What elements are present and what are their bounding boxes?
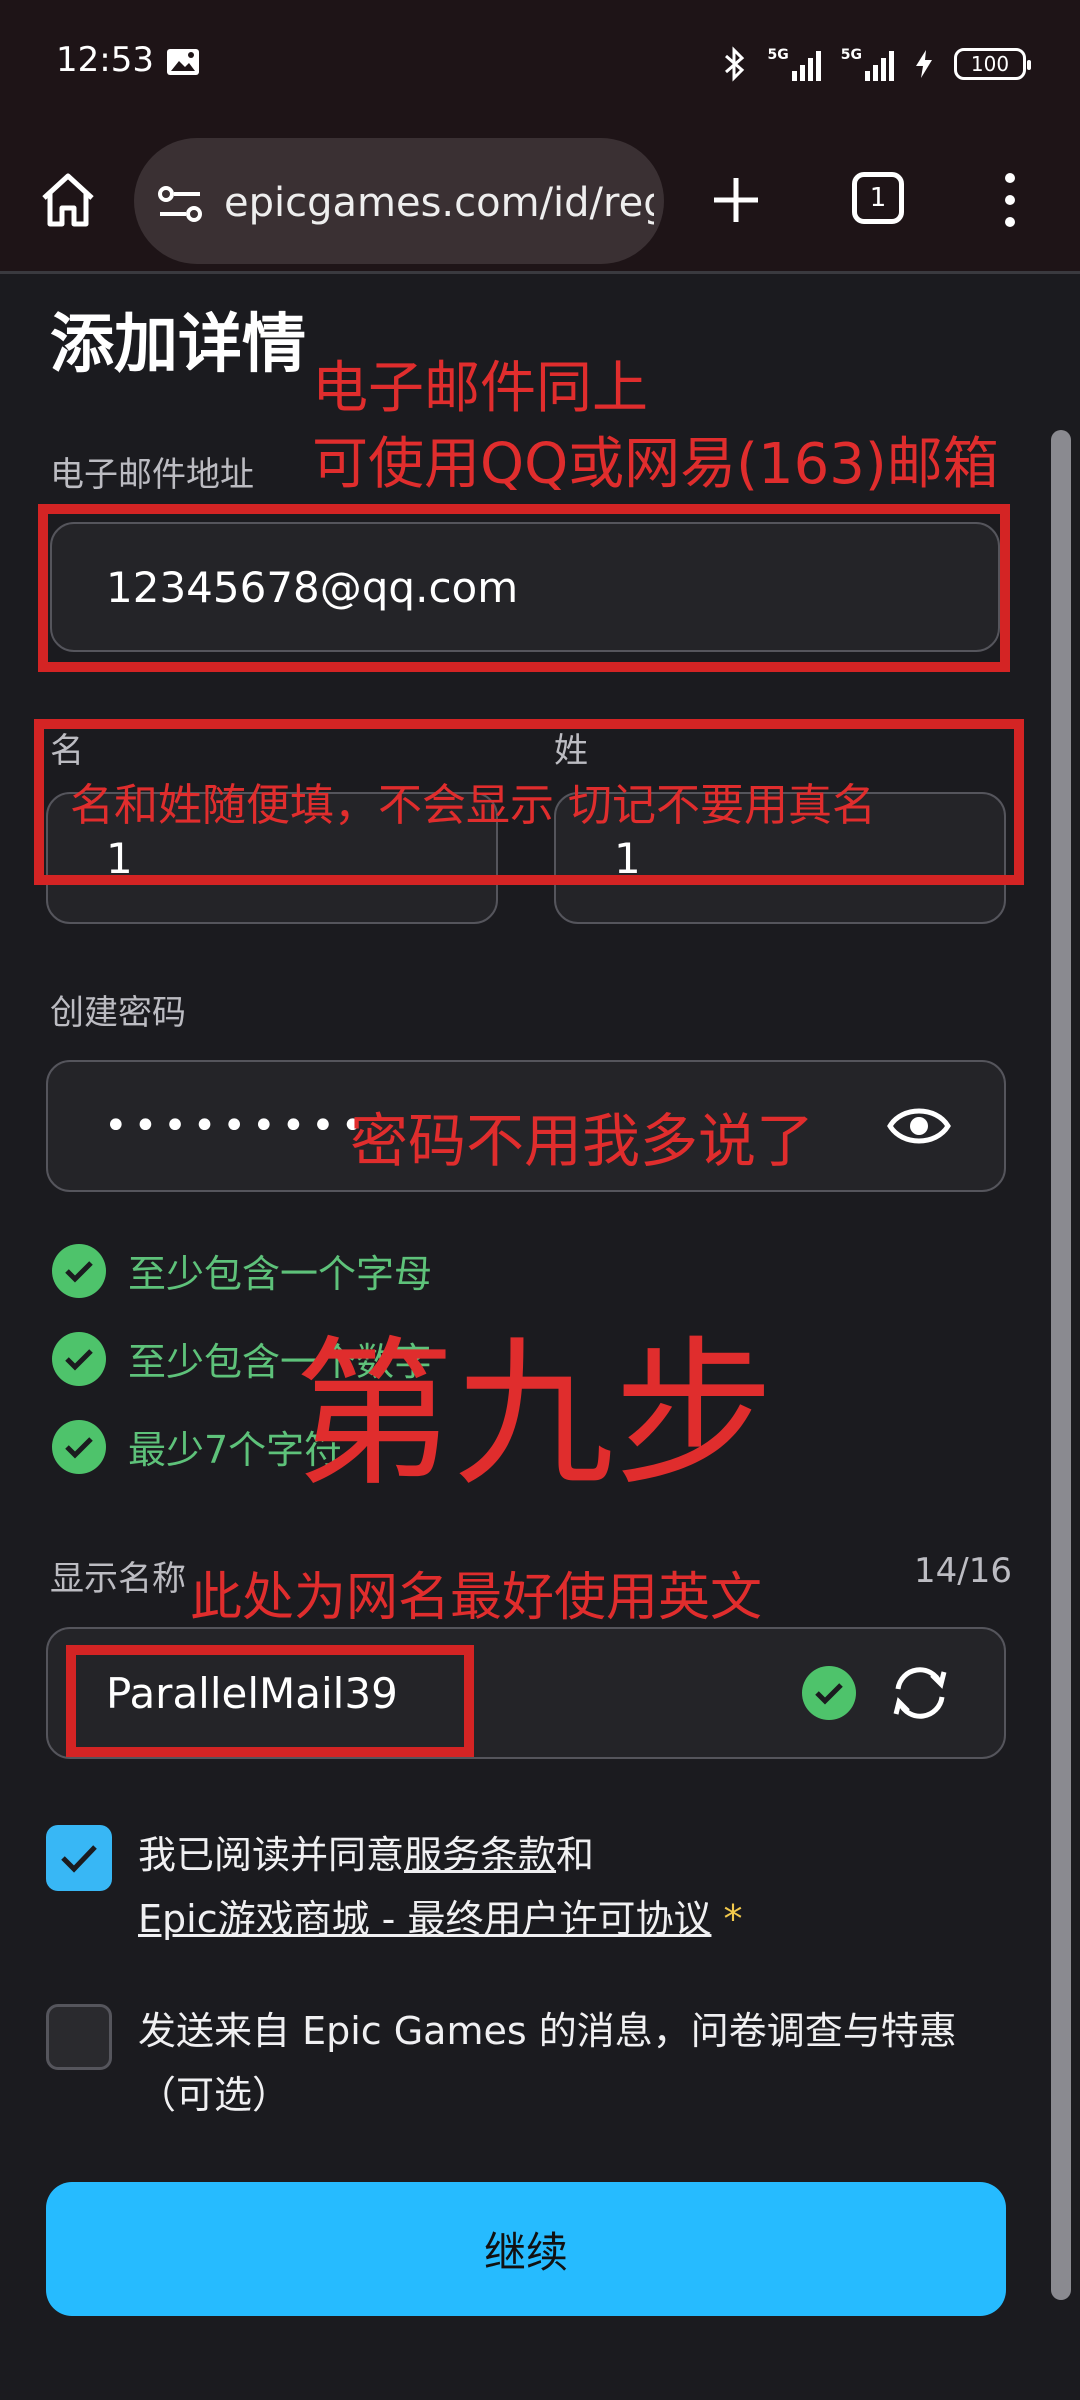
password-value: ••••••••• xyxy=(104,1103,371,1149)
agree-and: 和 xyxy=(556,1833,595,1877)
address-bar[interactable]: epicgames.com/id/reg xyxy=(134,138,664,264)
tab-switcher-button[interactable]: 1 xyxy=(852,172,904,224)
password-label: 创建密码 xyxy=(50,993,186,1033)
terms-of-service-link[interactable]: 服务条款 xyxy=(404,1833,556,1877)
check-circle-icon xyxy=(52,1419,106,1474)
eula-link[interactable]: Epic游戏商城 - 最终用户许可协议 xyxy=(138,1897,711,1941)
email-label: 电子邮件地址 xyxy=(50,455,254,495)
status-bar: 12:53 5G 5G 100 xyxy=(0,0,1080,126)
new-tab-icon[interactable] xyxy=(706,164,766,236)
annotation-step: 第九步 xyxy=(294,1321,775,1508)
annotation-email-line2: 可使用QQ或网易(163)邮箱 xyxy=(312,432,999,497)
page-title: 添加详情 xyxy=(50,308,306,382)
scrollbar[interactable] xyxy=(1051,430,1071,2300)
checkmark-icon xyxy=(61,1845,97,1873)
eye-icon[interactable] xyxy=(886,1100,952,1152)
registration-form: 添加详情 电子邮件地址 12345678@qq.com 名 姓 1 1 创建密码… xyxy=(0,277,1080,2400)
refresh-icon[interactable] xyxy=(888,1661,952,1725)
tab-count: 1 xyxy=(869,183,887,213)
url-text[interactable]: epicgames.com/id/reg xyxy=(224,180,654,226)
status-time: 12:53 xyxy=(56,40,154,80)
charging-icon xyxy=(916,50,932,78)
check-circle-icon xyxy=(52,1331,106,1386)
terms-text: 我已阅读并同意服务条款和 Epic游戏商城 - 最终用户许可协议 * xyxy=(138,1823,743,1951)
marketing-text: 发送来自 Epic Games 的消息，问卷调查与特惠 （可选） xyxy=(138,1999,957,2127)
signal-5g-icon-2: 5G xyxy=(841,47,894,81)
annotation-display-name: 此处为网名最好使用英文 xyxy=(190,1568,763,1628)
browser-toolbar: epicgames.com/id/reg 1 xyxy=(0,126,1080,274)
battery-level: 100 xyxy=(970,52,1010,76)
display-name-counter: 14/16 xyxy=(914,1551,1012,1591)
home-icon[interactable] xyxy=(38,164,98,236)
annotation-name: 名和姓随便填，不会显示 切记不要用真名 xyxy=(70,780,876,831)
display-name-valid-icon xyxy=(802,1666,856,1720)
marketing-line1: 发送来自 Epic Games 的消息，问卷调查与特惠 xyxy=(138,2009,957,2053)
annotation-email-line1: 电子邮件同上 xyxy=(312,356,648,421)
net-label-1: 5G xyxy=(767,47,789,63)
annotation-password: 密码不用我多说了 xyxy=(350,1107,815,1175)
battery-icon: 100 xyxy=(954,48,1031,80)
check-circle-icon xyxy=(52,1243,106,1298)
email-highlight-box xyxy=(38,504,1010,672)
image-notification-icon xyxy=(167,49,199,75)
continue-button[interactable]: 继续 xyxy=(46,2182,1006,2316)
marketing-checkbox[interactable] xyxy=(46,2004,112,2070)
more-menu-icon[interactable] xyxy=(990,164,1030,236)
marketing-line2: （可选） xyxy=(138,2073,291,2117)
signal-5g-icon-1: 5G xyxy=(768,47,821,81)
terms-checkbox[interactable] xyxy=(46,1825,112,1891)
net-label-2: 5G xyxy=(840,47,862,63)
agree-prefix: 我已阅读并同意 xyxy=(138,1833,405,1877)
display-name-label: 显示名称 xyxy=(50,1559,186,1599)
bluetooth-icon xyxy=(724,46,744,82)
display-name-highlight-box xyxy=(66,1645,474,1757)
status-icons: 5G 5G 100 xyxy=(722,44,1031,84)
site-settings-icon[interactable] xyxy=(156,184,206,224)
required-asterisk: * xyxy=(723,1897,743,1941)
